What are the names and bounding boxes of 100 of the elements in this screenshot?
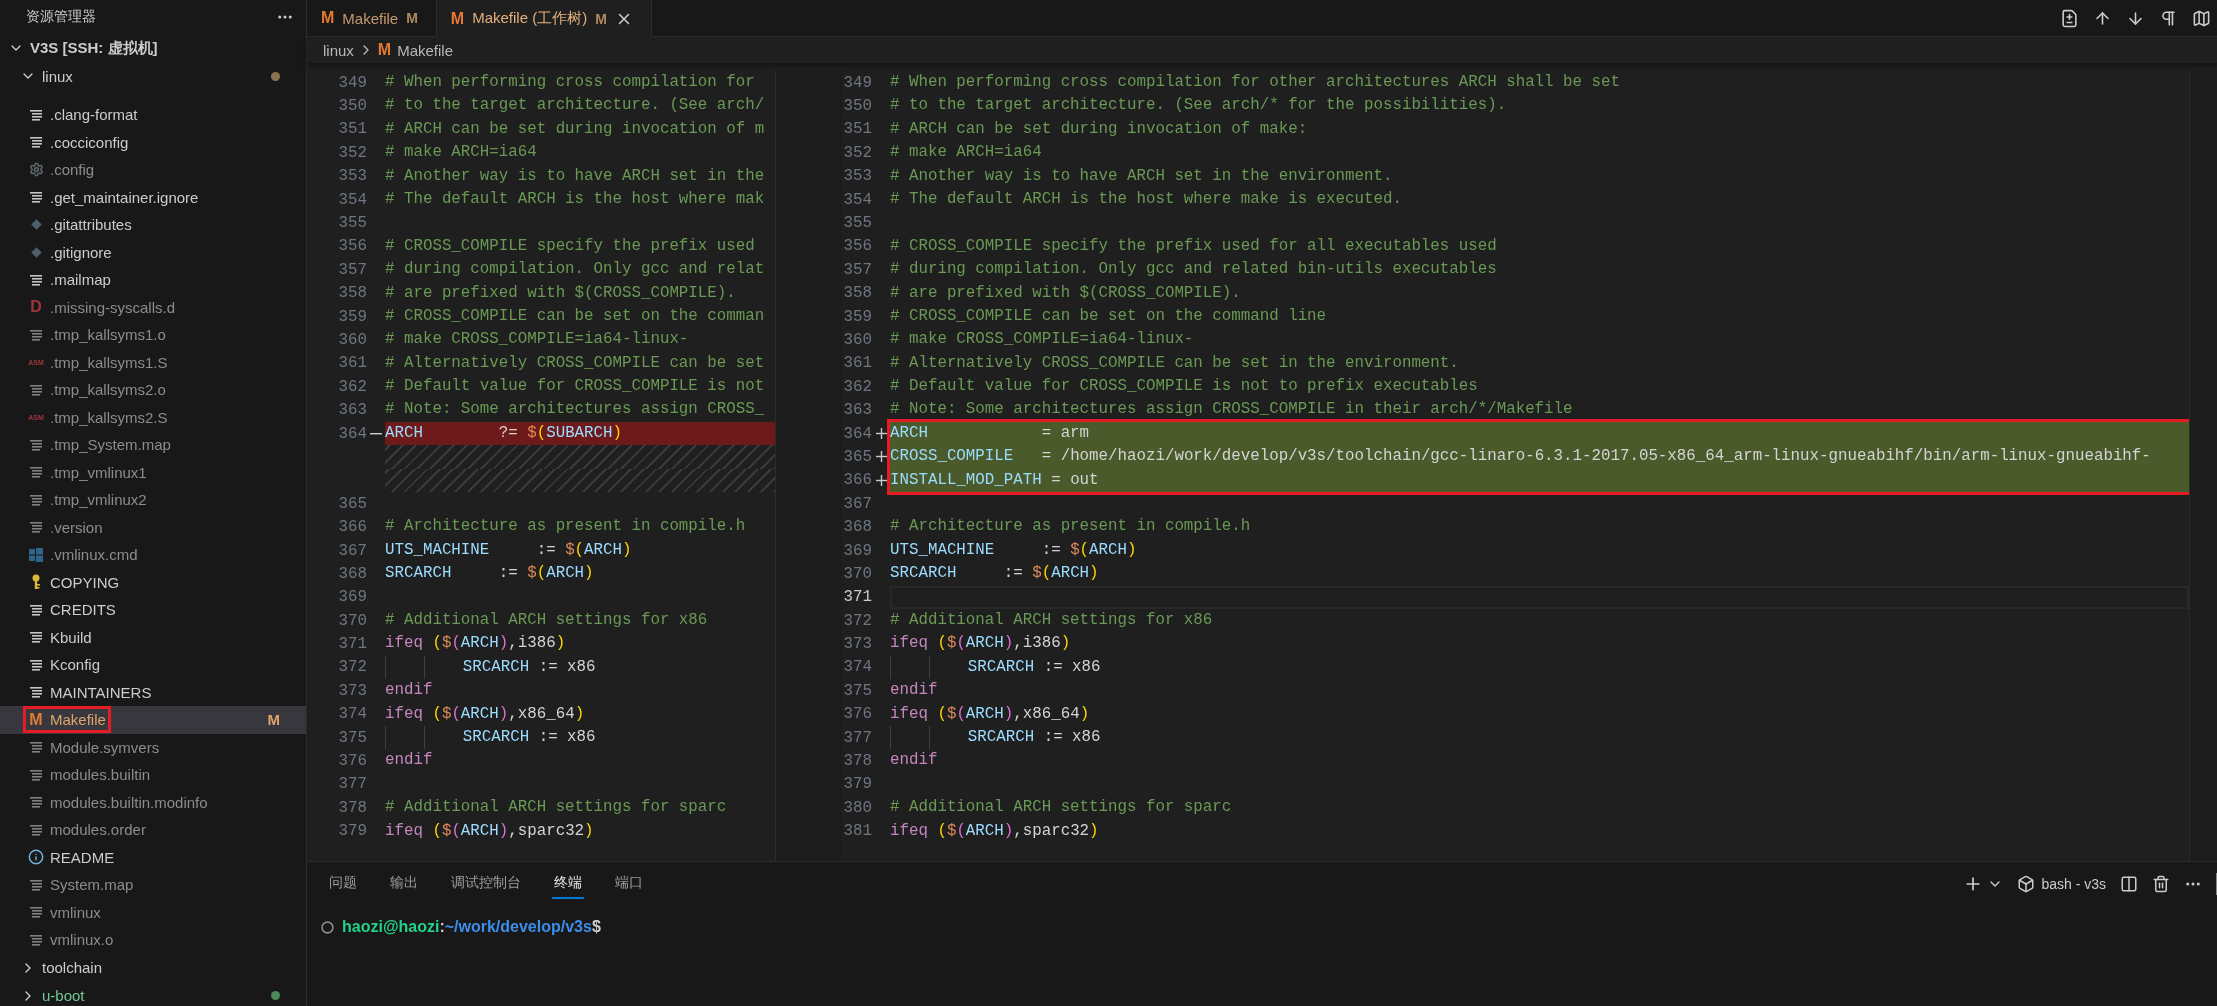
panel-tab[interactable]: 问题 (327, 869, 359, 899)
line-number: 352 (842, 143, 872, 162)
code-line: # Additional ARCH settings for sparc (385, 797, 728, 819)
code-line: # ARCH can be set during invocation of m (385, 118, 766, 140)
file-item[interactable]: Module.symvers (0, 733, 306, 761)
code-line: SRCARCH := $(ARCH) (385, 563, 595, 585)
minus-icon (370, 432, 382, 435)
file-diff-icon[interactable] (2060, 8, 2079, 28)
line-number: 353 (842, 167, 872, 186)
file-item[interactable]: Kconfig (0, 651, 306, 679)
panel-tab[interactable]: 输出 (388, 869, 420, 899)
line-number: 380 (842, 798, 872, 817)
line-number: 378 (337, 798, 367, 817)
line-number: 351 (337, 120, 367, 139)
document-icon (29, 603, 43, 616)
file-item[interactable]: modules.builtin (0, 761, 306, 789)
line-number: 372 (842, 611, 872, 630)
code-line: UTS_MACHINE := $(ARCH) (385, 539, 633, 561)
line-number: 361 (842, 354, 872, 373)
document-icon (29, 741, 43, 754)
file-item[interactable]: .mailmap (0, 266, 306, 294)
line-number: 372 (337, 658, 367, 677)
file-item[interactable]: Kbuild (0, 623, 306, 651)
breadcrumb-item[interactable]: Makefile (397, 41, 454, 59)
trash-icon[interactable] (2152, 875, 2170, 893)
pilcrow-icon[interactable] (2159, 8, 2178, 28)
line-number: 370 (337, 611, 367, 630)
letter-icon: M (377, 41, 392, 59)
line-number: 354 (842, 190, 872, 209)
line-number: 356 (337, 237, 367, 256)
file-item[interactable]: vmlinux.o (0, 926, 306, 954)
folder-item[interactable]: toolchain (0, 953, 306, 982)
file-item[interactable]: README (0, 843, 306, 871)
file-item[interactable]: .clang-format (0, 101, 306, 129)
line-number: 361 (337, 354, 367, 373)
terminal-selector[interactable]: bash - v3s (2017, 875, 2106, 893)
document-icon (29, 273, 43, 286)
folder-item[interactable]: linux (0, 62, 306, 90)
document-icon (29, 906, 43, 919)
code-line: # to the target architecture. (See arch/* for the possibilities). (890, 95, 1508, 117)
document-icon (29, 136, 43, 149)
file-item[interactable]: modules.builtin.modinfo (0, 788, 306, 816)
file-item[interactable]: MAINTAINERS (0, 678, 306, 706)
line-number: 368 (842, 518, 872, 537)
line-number: 376 (842, 705, 872, 724)
split-icon[interactable] (2120, 875, 2138, 893)
line-number: 366 (842, 471, 872, 490)
folder-item[interactable]: u-boot (0, 981, 306, 1006)
file-item[interactable]: .tmp_vmlinux1 (0, 458, 306, 486)
line-number: 374 (337, 705, 367, 724)
line-number: 377 (842, 728, 872, 747)
code-line: ifeq ($(ARCH),x86_64) (890, 703, 1091, 725)
code-line: ifeq ($(ARCH),x86_64) (385, 703, 586, 725)
file-item[interactable]: .cocciconfig (0, 128, 306, 156)
editor-tab[interactable]: M Makefile (工作树) M (436, 0, 652, 37)
file-item[interactable]: .gitattributes (0, 211, 306, 239)
map-icon[interactable] (2192, 8, 2211, 28)
document-icon (29, 493, 43, 506)
line-number: 360 (842, 331, 872, 349)
file-item[interactable]: .tmp_vmlinux2 (0, 486, 306, 514)
document-icon (29, 438, 43, 451)
code-line: endif (890, 680, 939, 702)
panel-tab[interactable]: 端口 (613, 869, 645, 899)
code-line: endif (890, 750, 939, 772)
breadcrumb-item[interactable]: linux (323, 41, 354, 59)
code-line: # Additional ARCH settings for x86 (385, 610, 709, 631)
code-line: # Default value for CROSS_COMPILE is not (385, 376, 766, 398)
line-number: 357 (337, 260, 367, 279)
code-line: # The default ARCH is the host where mak (385, 188, 766, 210)
file-item[interactable]: .gitignore (0, 238, 306, 266)
panel-tab[interactable]: 终端 (552, 869, 584, 899)
line-number: 375 (337, 728, 367, 747)
file-item[interactable]: System.map (0, 871, 306, 899)
file-item[interactable]: .tmp_kallsyms2.o (0, 376, 306, 404)
file-item[interactable]: D .missing-syscalls.d (0, 293, 306, 321)
file-item[interactable]: modules.order (0, 816, 306, 844)
workspace-item[interactable]: V3S [SSH: 虚拟机] (0, 34, 306, 62)
letter-icon: M (28, 711, 44, 728)
file-item[interactable]: .version (0, 513, 306, 541)
document-icon (29, 933, 43, 946)
file-item[interactable]: CREDITS (0, 596, 306, 624)
file-item[interactable]: COPYING (0, 568, 306, 596)
panel-tab[interactable]: 调试控制台 (449, 869, 523, 899)
line-number: 359 (842, 307, 872, 326)
file-item[interactable]: .tmp_kallsyms1.o (0, 321, 306, 349)
line-number: 369 (842, 541, 872, 560)
file-item[interactable]: M Makefile M (0, 706, 306, 734)
code-line: # Note: Some architectures assign CROSS_ (385, 399, 766, 421)
plus-icon (875, 474, 887, 486)
line-number: 378 (842, 752, 872, 770)
line-number: 365 (337, 494, 367, 513)
code-line: SRCARCH := x86 (385, 655, 775, 680)
file-item[interactable]: .get_maintainer.ignore (0, 183, 306, 211)
file-item[interactable]: vmlinux (0, 898, 306, 926)
file-item[interactable]: .tmp_System.map (0, 431, 306, 459)
file-item[interactable]: .config (0, 156, 306, 184)
line-number: 351 (842, 120, 872, 139)
file-item[interactable]: .vmlinux.cmd (0, 541, 306, 569)
line-number: 364 (842, 424, 872, 443)
code-line: # ARCH can be set during invocation of make: (890, 118, 1309, 140)
